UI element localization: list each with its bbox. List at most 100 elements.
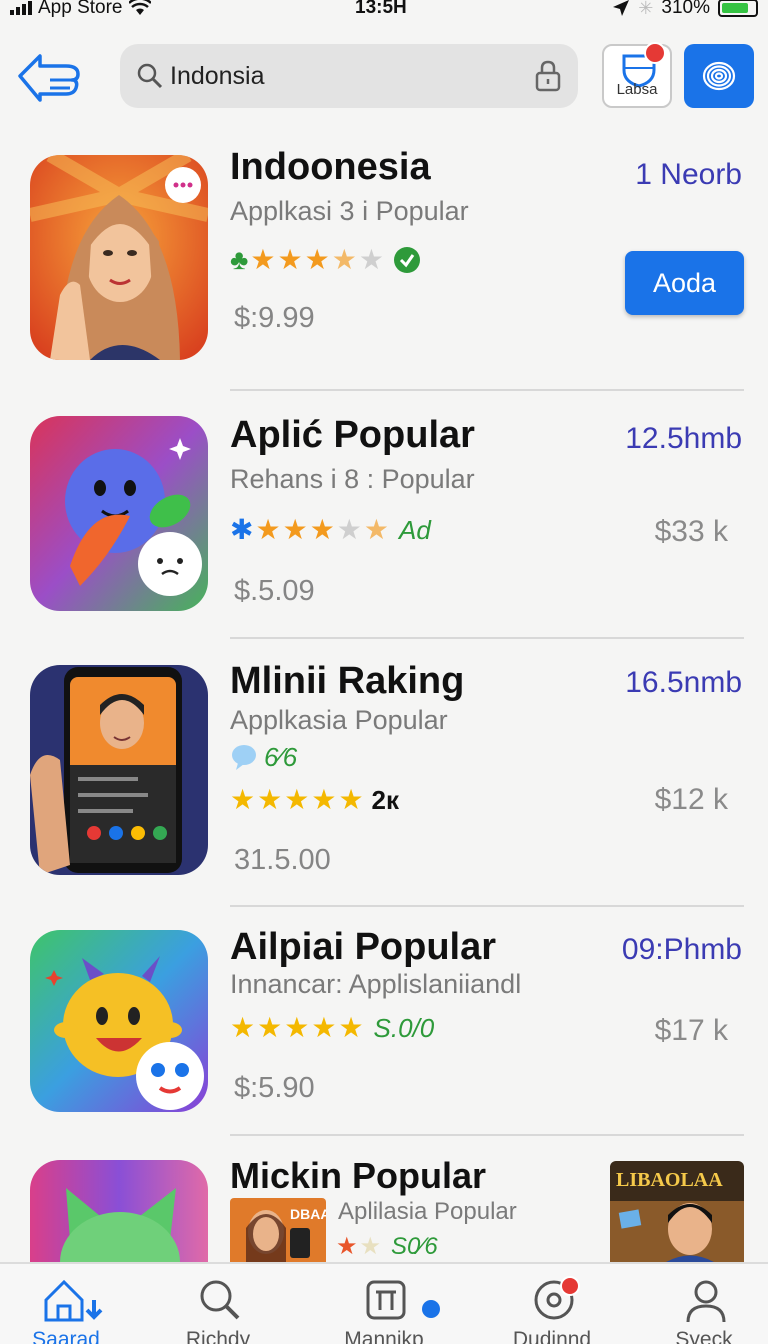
app-icon-emoji[interactable] bbox=[30, 930, 208, 1112]
divider bbox=[230, 637, 744, 639]
editor-choice-icon: ♣ bbox=[230, 244, 249, 275]
star-icon: ★ bbox=[277, 244, 303, 275]
notification-badge bbox=[560, 1276, 580, 1296]
app-size: 12.5hmb bbox=[625, 422, 742, 455]
status-bar: App Store 13:5H ✳ 310% bbox=[0, 0, 768, 22]
lock-icon[interactable] bbox=[534, 60, 562, 92]
search-input[interactable] bbox=[170, 61, 530, 91]
tab-label: Saarad bbox=[32, 1328, 100, 1344]
star-icon: ★ bbox=[284, 784, 310, 815]
wifi-icon bbox=[128, 0, 151, 15]
fingerprint-button[interactable] bbox=[684, 44, 754, 108]
labs-label: Labsa bbox=[616, 81, 658, 98]
tab-search[interactable]: Richdy bbox=[158, 1264, 278, 1344]
tab-downloads[interactable]: Dudinnd bbox=[492, 1264, 612, 1344]
tab-label: Mannikp bbox=[344, 1328, 424, 1344]
app-price: $.5.09 bbox=[234, 575, 315, 607]
battery-icon bbox=[718, 0, 758, 17]
app-title[interactable]: Mickin Popular bbox=[230, 1155, 486, 1197]
ad-badge: Ad bbox=[399, 514, 431, 545]
promo-banner[interactable]: LIBAOLAA bbox=[610, 1161, 744, 1262]
star-icon: ★ bbox=[336, 1233, 358, 1260]
download-count: $12 k bbox=[654, 783, 728, 816]
chat-bubble-icon bbox=[232, 745, 256, 770]
star-empty-icon: ★ bbox=[336, 514, 362, 545]
review-count: 2к bbox=[371, 784, 400, 815]
search-icon bbox=[200, 1280, 240, 1320]
star-icon: ★ bbox=[257, 784, 283, 815]
search-bar[interactable] bbox=[120, 44, 578, 108]
rating-stars: ✱ ★ ★ ★ ★ ★ Ad bbox=[230, 514, 431, 546]
rating-stars: ★ ★ S0⁄6 bbox=[336, 1233, 438, 1261]
app-title[interactable]: Mlinii Raking bbox=[230, 660, 464, 703]
tab-profile[interactable]: Syeck bbox=[644, 1264, 764, 1344]
divider bbox=[230, 1134, 744, 1136]
app-subtitle: Applkasia Popular bbox=[230, 705, 448, 735]
divider bbox=[230, 905, 744, 907]
app-subtitle: Innancar: Applislaniiandl bbox=[230, 969, 522, 999]
star-icon: ★ bbox=[250, 244, 276, 275]
app-thumbnail[interactable]: DBAA bbox=[230, 1198, 326, 1262]
verified-icon bbox=[393, 247, 420, 273]
tab-home[interactable]: Saarad bbox=[6, 1264, 126, 1344]
app-price: $:9.99 bbox=[234, 302, 315, 334]
profile-icon bbox=[686, 1280, 726, 1323]
app-title[interactable]: Indoonesia bbox=[230, 146, 431, 189]
labs-button[interactable]: Labsa bbox=[602, 42, 672, 108]
half-star-icon: ★ bbox=[331, 244, 357, 275]
promo-badge: S.0/0 bbox=[373, 1012, 435, 1043]
app-icon-hijab[interactable] bbox=[30, 155, 208, 360]
app-price: $:5.90 bbox=[234, 1072, 315, 1104]
rating-stars: ★ ★ ★ ★ ★ S.0/0 bbox=[230, 1012, 434, 1044]
notification-badge bbox=[644, 42, 666, 64]
download-count: $17 k bbox=[654, 1014, 728, 1047]
app-subtitle: Rehans i 8 : Popular bbox=[230, 464, 475, 494]
star-icon: ★ bbox=[311, 784, 337, 815]
get-button[interactable]: Aoda bbox=[625, 251, 744, 315]
location-icon bbox=[613, 0, 630, 16]
top-bar: Labsa bbox=[0, 40, 768, 112]
app-size: 16.5nmb bbox=[625, 666, 742, 699]
star-icon: ★ bbox=[284, 1012, 310, 1043]
tab-label: Dudinnd bbox=[512, 1328, 592, 1344]
app-title[interactable]: Aplić Popular bbox=[230, 414, 475, 457]
app-icon-cat[interactable] bbox=[30, 1160, 208, 1262]
star-icon: ★ bbox=[338, 784, 364, 815]
bluetooth-icon: ✳ bbox=[638, 0, 654, 18]
rating-stars: ★ ★ ★ ★ ★ 2к bbox=[230, 784, 399, 816]
app-subtitle: Aplilasia Popular bbox=[338, 1198, 517, 1225]
battery-percent: 310% bbox=[661, 0, 710, 18]
star-icon: ★ bbox=[338, 1012, 364, 1043]
divider bbox=[230, 389, 744, 391]
app-icon-blob[interactable] bbox=[30, 416, 208, 611]
apps-icon bbox=[366, 1280, 406, 1320]
tab-label: Richdy bbox=[185, 1328, 251, 1344]
fingerprint-icon bbox=[702, 61, 736, 91]
star-icon: ★ bbox=[230, 784, 256, 815]
signal-icon bbox=[10, 1, 32, 15]
app-size: 1 Neorb bbox=[635, 158, 742, 191]
star-icon: ★ bbox=[230, 1012, 256, 1043]
carrier-label: App Store bbox=[38, 0, 123, 18]
app-subtitle: Applkasi 3 i Popular bbox=[230, 196, 469, 226]
app-title[interactable]: Ailpiai Popular bbox=[230, 926, 496, 969]
tab-label: Syeck bbox=[675, 1328, 733, 1344]
chat-count: 6⁄6 bbox=[264, 741, 298, 772]
half-star-icon: ★ bbox=[359, 1233, 382, 1260]
app-icon-phone[interactable] bbox=[30, 665, 208, 875]
clock: 13:5H bbox=[355, 0, 407, 18]
chat-stat: 6⁄6 bbox=[230, 741, 297, 773]
tab-apps[interactable]: Mannikp bbox=[324, 1264, 444, 1344]
promo-badge: S0⁄6 bbox=[391, 1233, 438, 1260]
half-star-icon: ★ bbox=[363, 514, 390, 545]
update-dot bbox=[422, 1300, 440, 1318]
star-icon: ★ bbox=[311, 1012, 337, 1043]
home-icon bbox=[44, 1279, 103, 1322]
star-icon: ★ bbox=[257, 1012, 283, 1043]
sparkle-icon: ✱ bbox=[230, 514, 254, 545]
star-icon: ★ bbox=[255, 514, 281, 545]
star-icon: ★ bbox=[282, 514, 308, 545]
star-icon: ★ bbox=[309, 514, 335, 545]
back-hand-icon[interactable] bbox=[16, 48, 82, 104]
app-price: 31.5.00 bbox=[234, 844, 331, 876]
